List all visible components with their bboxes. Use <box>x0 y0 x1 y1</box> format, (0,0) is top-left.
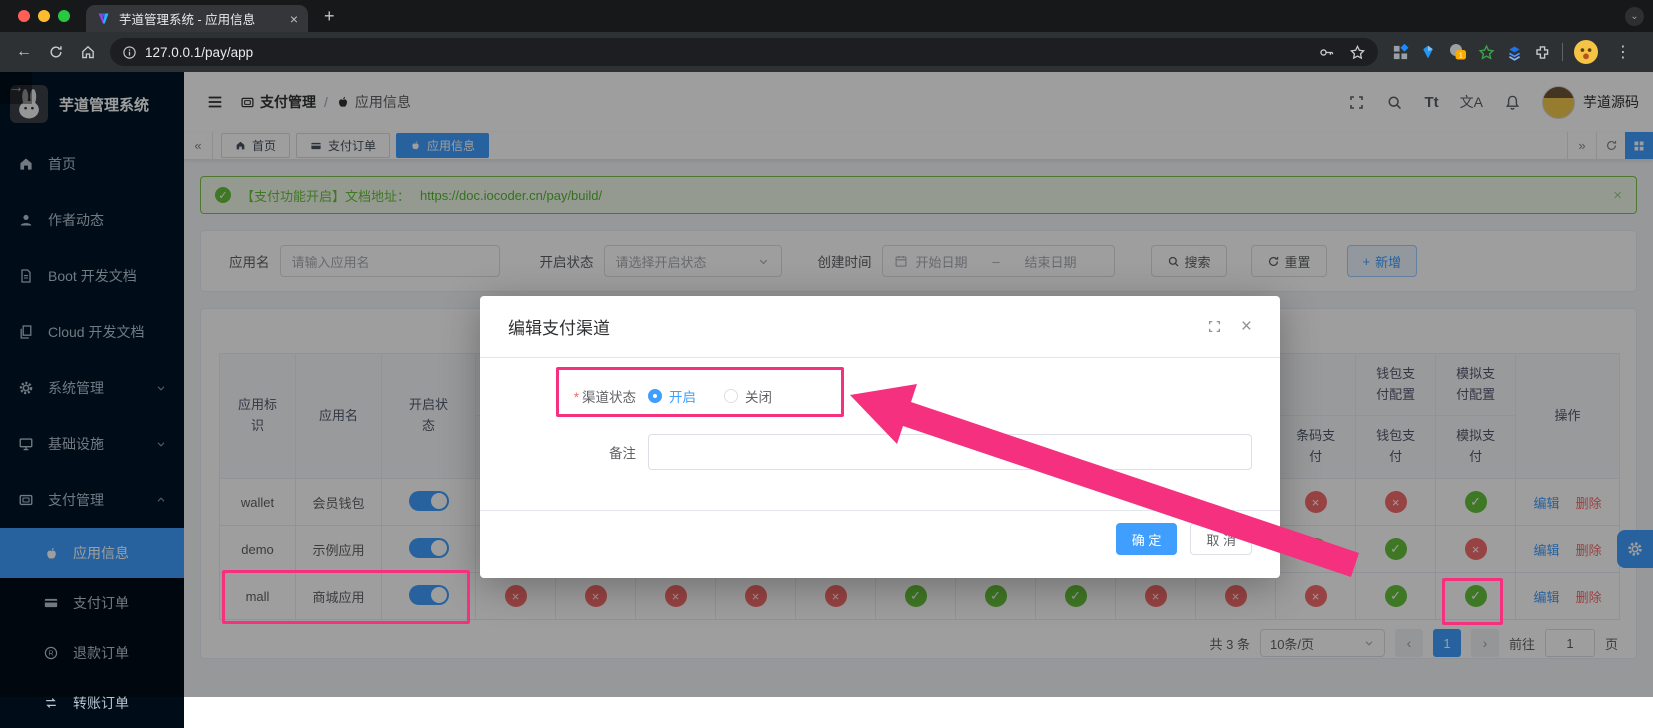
confirm-button[interactable]: 确 定 <box>1116 523 1178 555</box>
radio-disable[interactable]: 关闭 <box>724 386 772 406</box>
extension-badge-icon[interactable]: 1 <box>1447 42 1467 62</box>
toolbar-divider <box>1562 43 1563 61</box>
forward-icon[interactable]: → <box>0 72 32 104</box>
remark-input[interactable] <box>648 434 1252 470</box>
dialog-fullscreen-icon[interactable] <box>1207 319 1222 334</box>
browser-menu-icon[interactable]: ⋮ <box>1609 42 1637 62</box>
transfer-icon <box>42 695 60 711</box>
cancel-button[interactable]: 取 消 <box>1190 523 1252 555</box>
maximize-window-button[interactable] <box>58 10 70 22</box>
extension-balloon-icon[interactable] <box>1420 44 1436 60</box>
tab-search-icon[interactable]: ⌄ <box>1625 7 1644 26</box>
required-mark: * <box>574 390 579 405</box>
dialog-close-icon[interactable]: × <box>1241 317 1252 336</box>
browser-chrome: 芋道管理系统 - 应用信息 × + ⌄ ← → 127.0.0.1/pay/ap… <box>0 0 1653 72</box>
radio-enable[interactable]: 开启 <box>648 386 696 406</box>
browser-tab-strip: 芋道管理系统 - 应用信息 × + ⌄ <box>0 0 1653 32</box>
extensions-puzzle-icon[interactable] <box>1534 44 1551 61</box>
address-bar[interactable]: 127.0.0.1/pay/app <box>110 38 1378 66</box>
browser-profile-avatar[interactable] <box>1574 40 1598 64</box>
channel-status-label: *渠道状态 <box>508 386 648 406</box>
favicon <box>96 11 111 26</box>
tab-close-icon[interactable]: × <box>290 11 298 27</box>
browser-toolbar: ← → 127.0.0.1/pay/app <box>0 32 1653 72</box>
extension-icons: 1 ⋮ <box>1384 40 1645 64</box>
password-key-icon[interactable] <box>1318 44 1335 61</box>
back-icon[interactable]: ← <box>8 36 40 68</box>
dialog-header: 编辑支付渠道 × <box>480 296 1280 358</box>
svg-text:1: 1 <box>1459 50 1463 59</box>
dialog-title: 编辑支付渠道 <box>508 314 610 339</box>
tab-title: 芋道管理系统 - 应用信息 <box>119 9 282 28</box>
close-window-button[interactable] <box>18 10 30 22</box>
reload-icon[interactable] <box>40 36 72 68</box>
remark-label: 备注 <box>508 442 648 462</box>
dialog-body: *渠道状态 开启 关闭 备注 <box>480 358 1280 510</box>
new-tab-button[interactable]: + <box>324 6 335 27</box>
radio-unselected-icon <box>724 389 738 403</box>
edit-channel-dialog: 编辑支付渠道 × *渠道状态 开启 关闭 备注 确 定 取 消 <box>480 296 1280 578</box>
extension-layers-icon[interactable] <box>1506 44 1523 61</box>
bookmark-star-icon[interactable] <box>1349 44 1366 61</box>
channel-status-row: *渠道状态 开启 关闭 <box>508 372 1252 420</box>
site-info-icon[interactable] <box>122 45 137 60</box>
dialog-footer: 确 定 取 消 <box>480 510 1280 578</box>
extension-star-icon[interactable] <box>1478 44 1495 61</box>
remark-row: 备注 <box>508 434 1252 470</box>
radio-selected-icon <box>648 389 662 403</box>
url-text[interactable]: 127.0.0.1/pay/app <box>145 45 1318 60</box>
window-controls <box>0 10 86 22</box>
home-icon[interactable] <box>72 36 104 68</box>
browser-tab[interactable]: 芋道管理系统 - 应用信息 × <box>86 5 308 32</box>
minimize-window-button[interactable] <box>38 10 50 22</box>
extension-grid-icon[interactable] <box>1392 44 1409 61</box>
